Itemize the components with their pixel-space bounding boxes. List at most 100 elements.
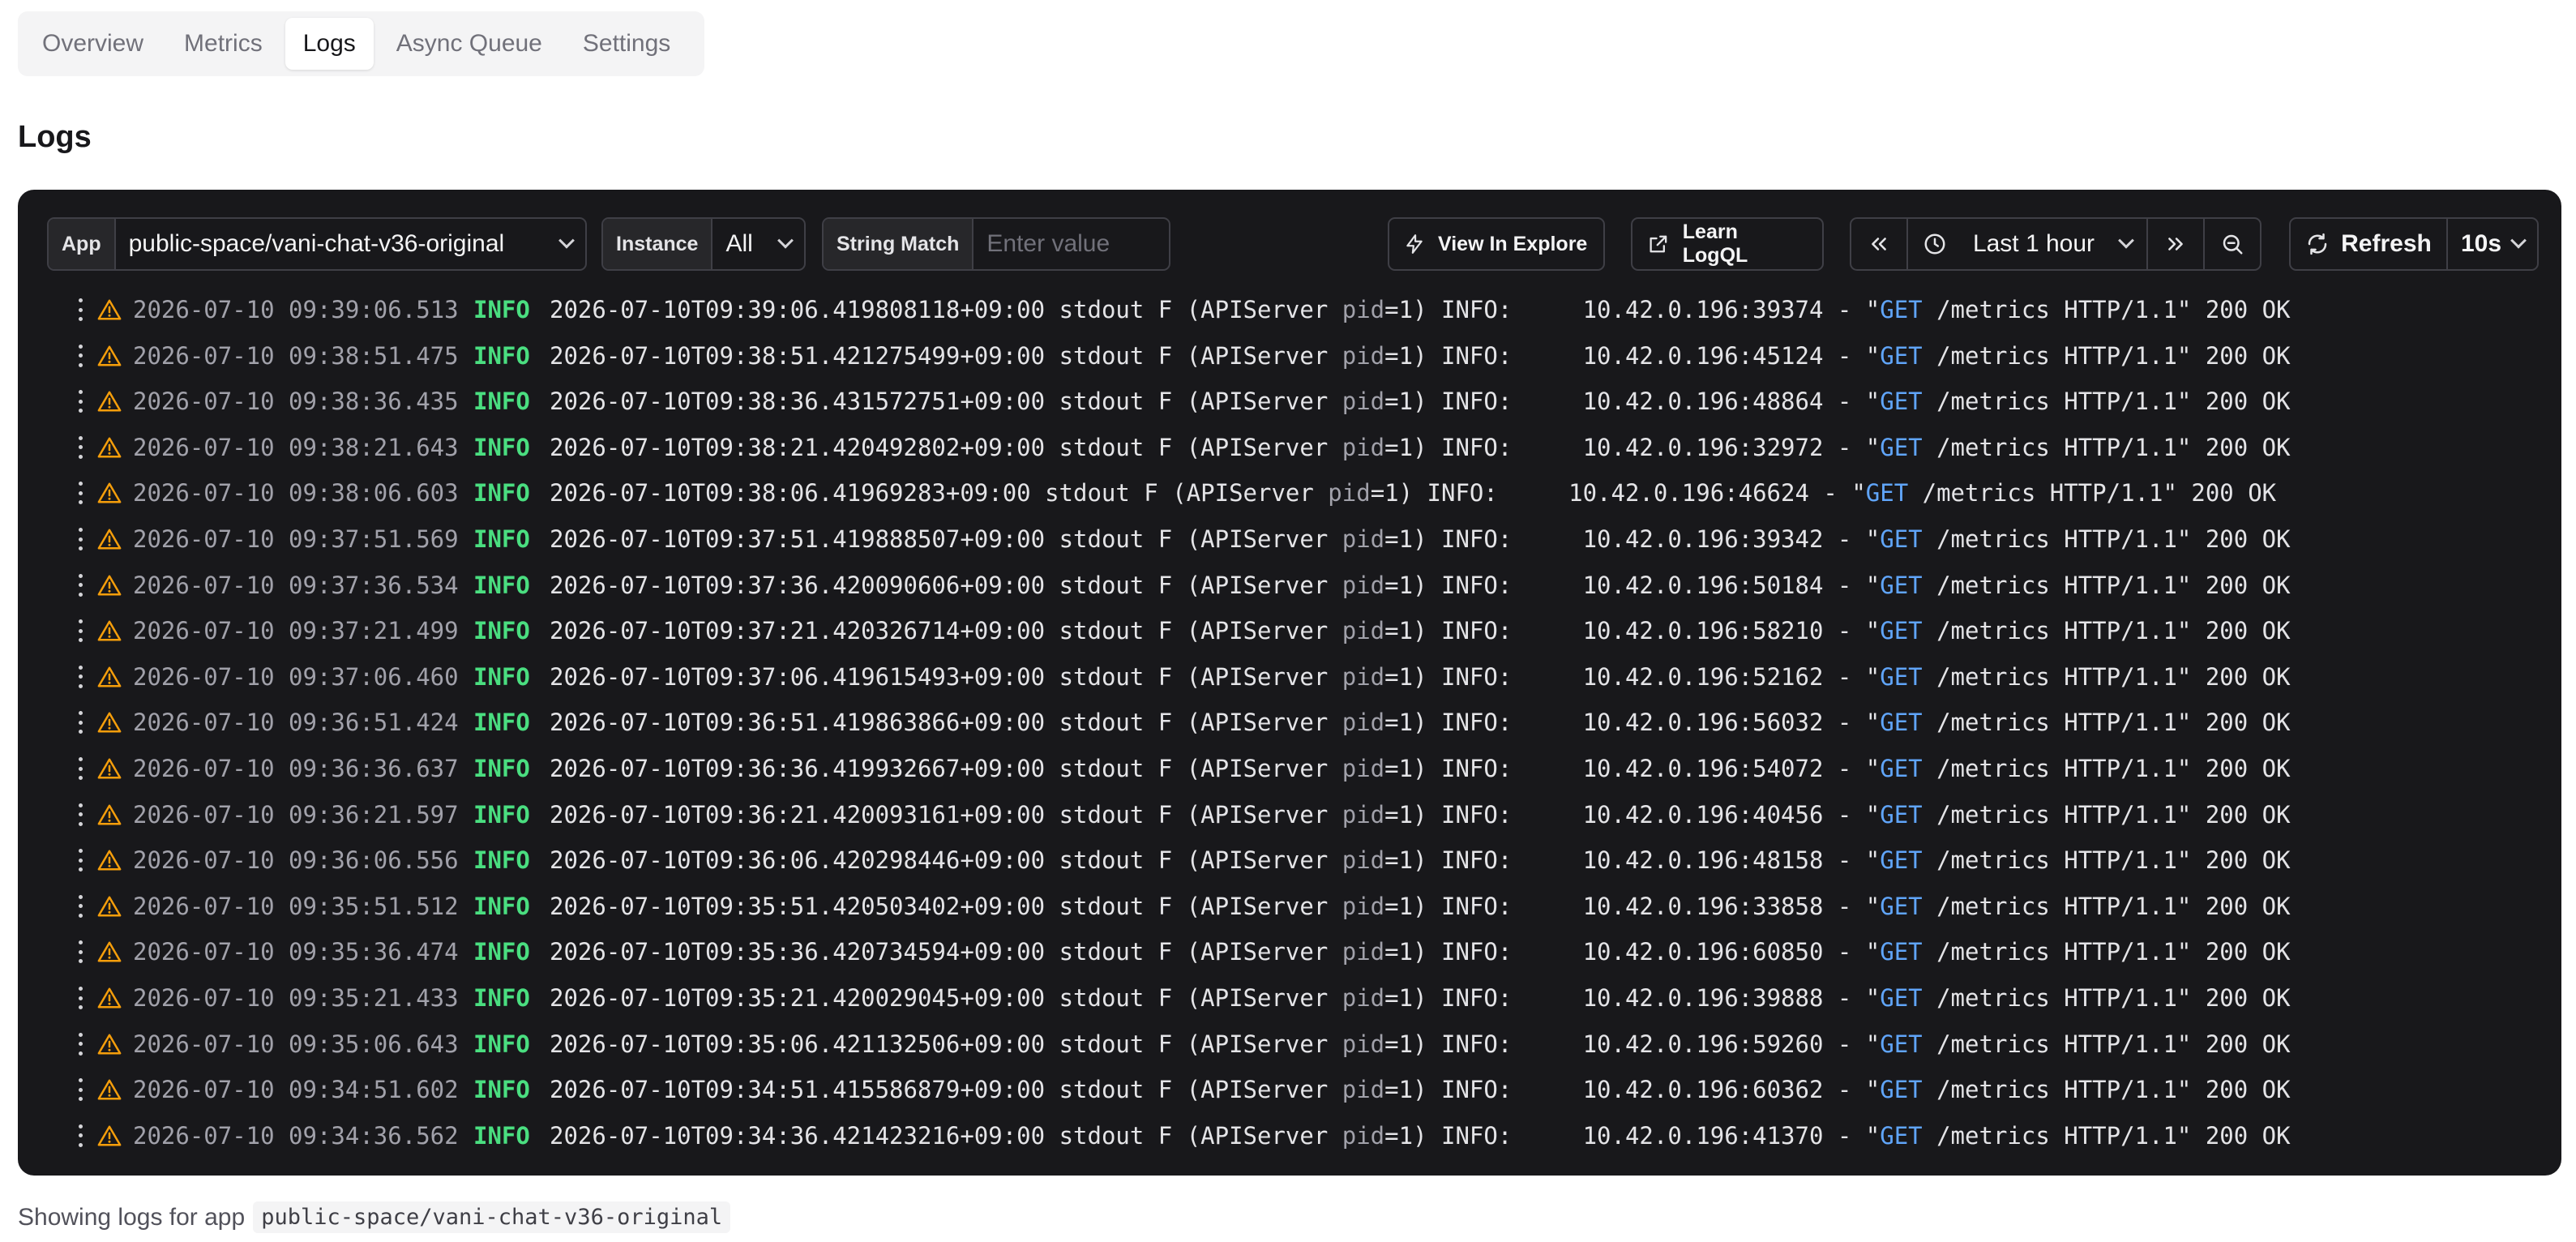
- log-pid-rest: =1) INFO:: [1384, 846, 1583, 875]
- log-row[interactable]: 2026-07-10 09:34:36.562 INFO 2026-07-10T09…: [18, 1113, 2561, 1158]
- time-range-select[interactable]: Last 1 hour: [1908, 219, 2148, 269]
- time-range-group: Last 1 hour: [1850, 217, 2261, 271]
- log-tail: /metrics HTTP/1.1" 200 OK: [1922, 525, 2291, 553]
- page-title: Logs: [18, 120, 92, 154]
- log-stream: stdout F (APIServer: [1059, 892, 1342, 920]
- log-method: GET: [1880, 800, 1923, 829]
- log-level: INFO: [473, 433, 530, 461]
- external-link-icon: [1650, 235, 1667, 253]
- log-row[interactable]: 2026-07-10 09:36:06.556 INFO 2026-07-10T09…: [18, 837, 2561, 883]
- log-level: INFO: [473, 662, 530, 691]
- instance-select-value-wrap[interactable]: All: [712, 219, 804, 269]
- row-menu-icon[interactable]: [78, 1124, 83, 1147]
- row-menu-icon[interactable]: [78, 390, 83, 413]
- learn-logql-button[interactable]: Learn LogQL: [1631, 217, 1824, 271]
- log-level: INFO: [473, 525, 530, 553]
- log-row[interactable]: 2026-07-10 09:35:21.433 INFO 2026-07-10T09…: [18, 975, 2561, 1021]
- log-method: GET: [1880, 571, 1923, 599]
- log-method: GET: [1880, 341, 1923, 370]
- log-panel: App public-space/vani-chat-v36-original …: [18, 190, 2561, 1176]
- log-address: 10.42.0.196:40456 - ": [1582, 800, 1881, 829]
- log-method: GET: [1880, 617, 1923, 645]
- log-pid-key: pid: [1341, 296, 1385, 323]
- log-row[interactable]: 2026-07-10 09:38:06.603 INFO 2026-07-10T09…: [18, 470, 2561, 516]
- tab-logs[interactable]: Logs: [285, 18, 374, 70]
- log-space: [1045, 1122, 1059, 1150]
- log-message: 2026-07-10T09:35:51.420503402+09:00 stdo…: [550, 893, 2291, 920]
- row-menu-icon[interactable]: [78, 803, 83, 826]
- log-timestamp: 2026-07-10 09:38:06.603: [133, 479, 459, 508]
- log-address: 10.42.0.196:58210 - ": [1582, 617, 1881, 645]
- refresh-button[interactable]: Refresh: [2291, 219, 2448, 269]
- log-row[interactable]: 2026-07-10 09:35:51.512 INFO 2026-07-10T09…: [18, 884, 2561, 929]
- log-method: GET: [1880, 709, 1923, 737]
- row-menu-icon[interactable]: [78, 665, 83, 688]
- row-menu-icon[interactable]: [78, 573, 83, 597]
- log-row[interactable]: 2026-07-10 09:37:36.534 INFO 2026-07-10T09…: [18, 563, 2561, 608]
- log-row[interactable]: 2026-07-10 09:37:21.499 INFO 2026-07-10T09…: [18, 608, 2561, 653]
- log-tail: /metrics HTTP/1.1" 200 OK: [1922, 1076, 2291, 1104]
- log-row[interactable]: 2026-07-10 09:36:36.637 INFO 2026-07-10T09…: [18, 746, 2561, 791]
- log-address: 10.42.0.196:46624 - ": [1568, 479, 1866, 508]
- log-pid-rest: =1) INFO:: [1384, 709, 1583, 737]
- log-timestamp: 2026-07-10 09:38:51.475: [133, 341, 459, 370]
- log-row[interactable]: 2026-07-10 09:38:51.475 INFO 2026-07-10T09…: [18, 333, 2561, 379]
- row-menu-icon[interactable]: [78, 940, 83, 964]
- string-match-input[interactable]: Enter value: [973, 219, 1169, 269]
- log-row[interactable]: 2026-07-10 09:35:06.643 INFO 2026-07-10T09…: [18, 1021, 2561, 1067]
- row-menu-icon[interactable]: [78, 482, 83, 505]
- app-select[interactable]: App public-space/vani-chat-v36-original: [47, 217, 587, 271]
- instance-select[interactable]: Instance All: [601, 217, 806, 271]
- log-iso-time: 2026-07-10T09:35:51.420503402+09:00: [550, 892, 1046, 920]
- row-menu-icon[interactable]: [78, 298, 83, 321]
- log-stream: stdout F (APIServer: [1059, 433, 1342, 461]
- zoom-out-button[interactable]: [2205, 219, 2260, 269]
- row-menu-icon[interactable]: [78, 619, 83, 643]
- row-menu-icon[interactable]: [78, 344, 83, 367]
- shift-forward-button[interactable]: [2148, 219, 2205, 269]
- tab-metrics[interactable]: Metrics: [166, 18, 280, 70]
- log-pid-rest: =1) INFO:: [1384, 938, 1583, 966]
- tab-overview[interactable]: Overview: [24, 18, 161, 70]
- log-row[interactable]: 2026-07-10 09:37:51.569 INFO 2026-07-10T09…: [18, 516, 2561, 562]
- shift-back-button[interactable]: [1851, 219, 1908, 269]
- log-row[interactable]: 2026-07-10 09:39:06.513 INFO 2026-07-10T09…: [18, 287, 2561, 332]
- log-method: GET: [1880, 755, 1923, 782]
- log-timestamp: 2026-07-10 09:37:51.569: [133, 525, 459, 553]
- row-menu-icon[interactable]: [78, 849, 83, 872]
- log-row[interactable]: 2026-07-10 09:38:21.643 INFO 2026-07-10T09…: [18, 425, 2561, 470]
- log-row[interactable]: 2026-07-10 09:34:51.602 INFO 2026-07-10T09…: [18, 1067, 2561, 1112]
- log-pid-key: pid: [1341, 755, 1385, 782]
- log-method: GET: [1880, 984, 1923, 1012]
- row-menu-icon[interactable]: [78, 528, 83, 550]
- log-pid-rest: =1) INFO:: [1384, 296, 1583, 323]
- row-menu-icon[interactable]: [78, 1078, 83, 1102]
- log-stream: stdout F (APIServer: [1059, 755, 1342, 782]
- log-row[interactable]: 2026-07-10 09:36:21.597 INFO 2026-07-10T09…: [18, 792, 2561, 837]
- row-menu-icon[interactable]: [78, 1032, 83, 1056]
- row-menu-icon[interactable]: [78, 987, 83, 1009]
- log-message: 2026-07-10T09:36:06.420298446+09:00 stdo…: [550, 846, 2291, 874]
- row-menu-icon[interactable]: [78, 711, 83, 734]
- log-row[interactable]: 2026-07-10 09:37:06.460 INFO 2026-07-10T09…: [18, 654, 2561, 700]
- app-select-value-wrap[interactable]: public-space/vani-chat-v36-original: [116, 219, 585, 269]
- log-stream: stdout F (APIServer: [1059, 388, 1342, 416]
- warning-icon: [97, 299, 122, 320]
- tab-settings[interactable]: Settings: [565, 18, 688, 70]
- log-tail: /metrics HTTP/1.1" 200 OK: [1922, 800, 2291, 829]
- log-row[interactable]: 2026-07-10 09:36:51.424 INFO 2026-07-10T09…: [18, 700, 2561, 745]
- log-iso-time: 2026-07-10T09:38:36.431572751+09:00: [550, 388, 1046, 416]
- log-row[interactable]: 2026-07-10 09:38:36.435 INFO 2026-07-10T09…: [18, 379, 2561, 424]
- row-menu-icon[interactable]: [78, 435, 83, 459]
- log-space: [1045, 617, 1059, 645]
- tab-async-queue[interactable]: Async Queue: [379, 18, 560, 70]
- log-row[interactable]: 2026-07-10 09:35:36.474 INFO 2026-07-10T09…: [18, 929, 2561, 974]
- tab-bar: Overview Metrics Logs Async Queue Settin…: [18, 11, 704, 76]
- refresh-group: Refresh 10s: [2289, 217, 2539, 271]
- view-in-explore-button[interactable]: View In Explore: [1388, 217, 1605, 271]
- row-menu-icon[interactable]: [78, 894, 83, 918]
- log-pid-key: pid: [1341, 341, 1385, 370]
- row-menu-icon[interactable]: [78, 757, 83, 780]
- refresh-interval-select[interactable]: 10s: [2448, 219, 2537, 269]
- log-message: 2026-07-10T09:39:06.419808118+09:00 stdo…: [550, 296, 2291, 323]
